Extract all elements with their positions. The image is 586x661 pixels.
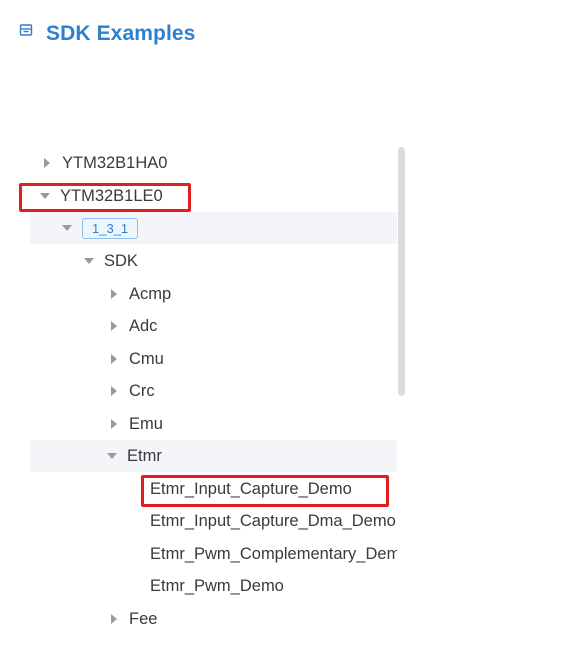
caret-right-icon[interactable]	[108, 385, 120, 397]
tree-node-label: Etmr_Pwm_Demo	[150, 577, 284, 595]
tree-node-adc[interactable]: Adc	[30, 310, 397, 342]
caret-down-icon[interactable]	[106, 450, 118, 462]
caret-right-icon[interactable]	[108, 418, 120, 430]
tree-node-ytm32b1ha0[interactable]: YTM32B1HA0	[30, 147, 397, 179]
tree-node-label: Emu	[129, 415, 163, 433]
tree-node-label: Acmp	[129, 285, 172, 303]
tree-leaf-input-capture-dma-demo[interactable]: Etmr_Input_Capture_Dma_Demo	[30, 505, 397, 537]
tree-node-label: Etmr	[127, 447, 162, 465]
tree-node-label: YTM32B1HA0	[62, 154, 168, 172]
caret-right-icon[interactable]	[108, 320, 120, 332]
tree-node-label: Etmr_Input_Capture_Dma_Demo	[150, 512, 396, 530]
tree-node-label: Crc	[129, 382, 155, 400]
tree-node-fee[interactable]: Fee	[30, 603, 397, 635]
caret-right-icon[interactable]	[108, 613, 120, 625]
tree-node-label: Fee	[129, 610, 158, 628]
sdk-examples-page: SDK Examples YTM32B1HA0 YTM32B1LE0 1_3_1	[0, 0, 586, 661]
tree-scrollbar[interactable]	[398, 147, 405, 396]
sdk-tree: YTM32B1HA0 YTM32B1LE0 1_3_1 SDK Acmp Adc…	[30, 147, 397, 652]
version-tag: 1_3_1	[82, 217, 139, 239]
tree-node-label: Etmr_Pwm_Complementary_Demo	[150, 545, 397, 563]
caret-right-icon[interactable]	[41, 157, 53, 169]
caret-down-icon[interactable]	[83, 255, 95, 267]
tree-node-label: Adc	[129, 317, 158, 335]
tree-node-version[interactable]: 1_3_1	[30, 212, 397, 244]
tree-node-cmu[interactable]: Cmu	[30, 343, 397, 375]
tree-node-crc[interactable]: Crc	[30, 375, 397, 407]
sdk-box-icon	[19, 24, 33, 36]
tree-node-emu[interactable]: Emu	[30, 408, 397, 440]
tree-leaf-pwm-demo[interactable]: Etmr_Pwm_Demo	[30, 570, 397, 602]
highlight-box-chip	[19, 183, 191, 212]
tree-node-acmp[interactable]: Acmp	[30, 278, 397, 310]
caret-right-icon[interactable]	[108, 288, 120, 300]
tree-node-sdk[interactable]: SDK	[30, 245, 397, 277]
caret-down-icon[interactable]	[61, 222, 73, 234]
highlight-box-demo	[141, 475, 389, 507]
tree-node-label: Cmu	[129, 350, 164, 368]
tree-node-label: SDK	[104, 252, 138, 270]
panel-header: SDK Examples	[19, 22, 195, 46]
tree-node-etmr[interactable]: Etmr	[30, 440, 397, 472]
tree-leaf-pwm-complementary-demo[interactable]: Etmr_Pwm_Complementary_Demo	[30, 538, 397, 570]
page-title: SDK Examples	[46, 22, 196, 45]
caret-right-icon[interactable]	[108, 353, 120, 365]
